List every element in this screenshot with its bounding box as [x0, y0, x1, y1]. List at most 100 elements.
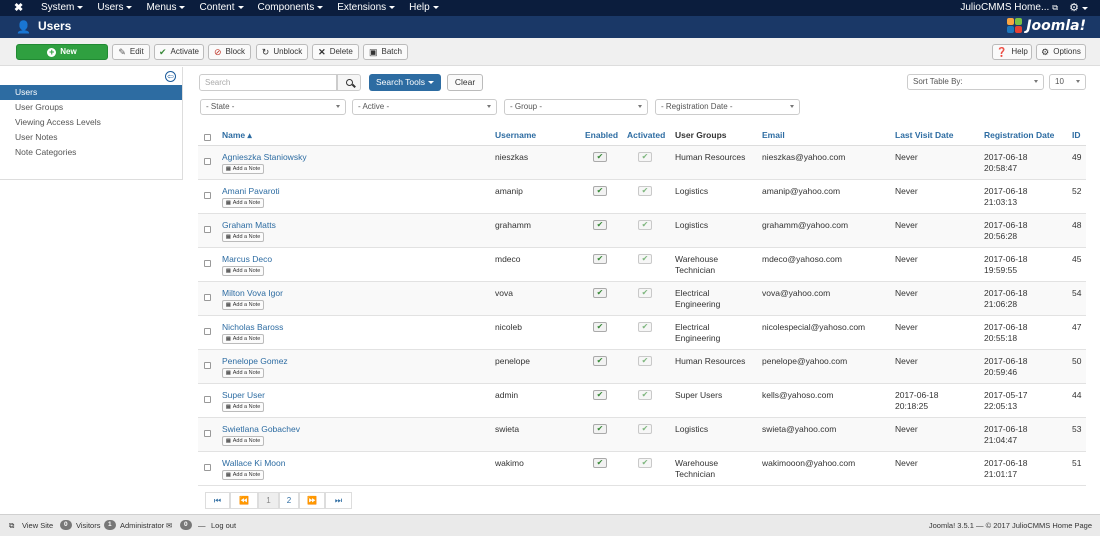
enabled-toggle[interactable]: ✔	[593, 424, 607, 434]
activated-status[interactable]: ✔	[638, 322, 652, 332]
row-checkbox[interactable]	[204, 294, 211, 301]
pagination-last[interactable]: ⏭	[325, 492, 352, 509]
enabled-toggle[interactable]: ✔	[593, 288, 607, 298]
logout-link[interactable]: Log out	[211, 515, 236, 536]
user-name-link[interactable]: Milton Vova Igor	[222, 288, 283, 299]
column-header-name[interactable]: Name ▴	[222, 130, 252, 141]
unblock-button[interactable]: ↻ Unblock	[256, 44, 308, 60]
column-header-email[interactable]: Email	[762, 130, 785, 141]
joomla-logo-icon[interactable]: ✖	[14, 2, 26, 14]
user-name-link[interactable]: Marcus Deco	[222, 254, 272, 265]
pagination-next[interactable]: ⏩	[299, 492, 325, 509]
row-checkbox[interactable]	[204, 430, 211, 437]
sidebar-item-user-notes[interactable]: User Notes	[0, 130, 182, 145]
user-name-link[interactable]: Penelope Gomez	[222, 356, 288, 367]
sidebar-item-note-categories[interactable]: Note Categories	[0, 145, 182, 160]
activated-status[interactable]: ✔	[638, 254, 652, 264]
sidebar-item-user-groups[interactable]: User Groups	[0, 100, 182, 115]
activated-status[interactable]: ✔	[638, 220, 652, 230]
enabled-toggle[interactable]: ✔	[593, 322, 607, 332]
user-name-link[interactable]: Swietlana Gobachev	[222, 424, 300, 435]
batch-button[interactable]: ▣ Batch	[363, 44, 408, 60]
activate-button[interactable]: ✔ Activate	[154, 44, 204, 60]
activated-status[interactable]: ✔	[638, 356, 652, 366]
delete-button[interactable]: ✕ Delete	[312, 44, 359, 60]
new-button[interactable]: + New	[16, 44, 108, 60]
view-site-link[interactable]: View Site	[22, 515, 53, 536]
pagination-page-2[interactable]: 2	[279, 492, 299, 509]
enabled-toggle[interactable]: ✔	[593, 356, 607, 366]
add-note-button[interactable]: ▤ Add a Note	[222, 198, 265, 208]
search-input[interactable]: Search	[199, 74, 337, 91]
column-header-username[interactable]: Username	[495, 130, 536, 141]
add-note-button[interactable]: ▤ Add a Note	[222, 436, 265, 446]
menu-components[interactable]: Components	[251, 0, 331, 16]
row-checkbox[interactable]	[204, 192, 211, 199]
limit-select[interactable]: 10	[1049, 74, 1086, 90]
help-button[interactable]: ❓ Help	[992, 44, 1032, 60]
row-checkbox[interactable]	[204, 260, 211, 267]
clear-button[interactable]: Clear	[447, 74, 483, 91]
site-link[interactable]: JulioCMMS Home... ⧉	[960, 0, 1058, 16]
add-note-button[interactable]: ▤ Add a Note	[222, 470, 265, 480]
enabled-toggle[interactable]: ✔	[593, 186, 607, 196]
pagination-prev[interactable]: ⏪	[230, 492, 258, 509]
row-checkbox[interactable]	[204, 396, 211, 403]
select-all-checkbox[interactable]	[204, 134, 211, 141]
search-button[interactable]	[337, 74, 361, 91]
column-header-id[interactable]: ID	[1072, 130, 1081, 141]
add-note-button[interactable]: ▤ Add a Note	[222, 266, 265, 276]
enabled-toggle[interactable]: ✔	[593, 254, 607, 264]
row-checkbox[interactable]	[204, 464, 211, 471]
gear-icon[interactable]: ⚙	[1069, 0, 1088, 16]
enabled-toggle[interactable]: ✔	[593, 220, 607, 230]
active-filter[interactable]: - Active -	[352, 99, 497, 115]
menu-users[interactable]: Users	[90, 0, 139, 16]
registration-date-filter[interactable]: - Registration Date -	[655, 99, 800, 115]
activated-status[interactable]: ✔	[638, 424, 652, 434]
row-checkbox[interactable]	[204, 328, 211, 335]
user-name-link[interactable]: Super User	[222, 390, 265, 401]
add-note-button[interactable]: ▤ Add a Note	[222, 164, 265, 174]
user-name-link[interactable]: Graham Matts	[222, 220, 276, 231]
collapse-sidebar-icon[interactable]: ⇦	[165, 71, 176, 82]
column-header-activated[interactable]: Activated	[627, 130, 665, 141]
pagination-first[interactable]: ⏮	[205, 492, 230, 509]
activated-status[interactable]: ✔	[638, 458, 652, 468]
activated-status[interactable]: ✔	[638, 390, 652, 400]
sidebar-item-users[interactable]: Users	[0, 85, 182, 100]
menu-help[interactable]: Help	[402, 0, 446, 16]
column-header-enabled[interactable]: Enabled	[585, 130, 618, 141]
menu-system[interactable]: System	[34, 0, 90, 16]
group-filter[interactable]: - Group -	[504, 99, 648, 115]
row-checkbox[interactable]	[204, 362, 211, 369]
block-button[interactable]: ⊘ Block	[208, 44, 251, 60]
user-name-link[interactable]: Agnieszka Staniowsky	[222, 152, 307, 163]
activated-status[interactable]: ✔	[638, 186, 652, 196]
enabled-toggle[interactable]: ✔	[593, 458, 607, 468]
add-note-button[interactable]: ▤ Add a Note	[222, 300, 265, 310]
column-header-registration-date[interactable]: Registration Date	[984, 130, 1054, 141]
menu-extensions[interactable]: Extensions	[330, 0, 402, 16]
activated-status[interactable]: ✔	[638, 152, 652, 162]
user-name-link[interactable]: Nicholas Baross	[222, 322, 283, 333]
menu-content[interactable]: Content	[192, 0, 250, 16]
row-checkbox[interactable]	[204, 158, 211, 165]
row-checkbox[interactable]	[204, 226, 211, 233]
user-name-link[interactable]: Amani Pavaroti	[222, 186, 280, 197]
menu-menus[interactable]: Menus	[139, 0, 192, 16]
user-name-link[interactable]: Wallace Ki Moon	[222, 458, 285, 469]
pagination-page-1[interactable]: 1	[258, 492, 279, 509]
sidebar-item-viewing-access-levels[interactable]: Viewing Access Levels	[0, 115, 182, 130]
edit-button[interactable]: ✎ Edit	[112, 44, 150, 60]
add-note-button[interactable]: ▤ Add a Note	[222, 232, 265, 242]
enabled-toggle[interactable]: ✔	[593, 152, 607, 162]
sort-select[interactable]: Sort Table By:	[907, 74, 1044, 90]
options-button[interactable]: ⚙ Options	[1036, 44, 1086, 60]
activated-status[interactable]: ✔	[638, 288, 652, 298]
add-note-button[interactable]: ▤ Add a Note	[222, 402, 265, 412]
add-note-button[interactable]: ▤ Add a Note	[222, 334, 265, 344]
state-filter[interactable]: - State -	[200, 99, 346, 115]
add-note-button[interactable]: ▤ Add a Note	[222, 368, 265, 378]
enabled-toggle[interactable]: ✔	[593, 390, 607, 400]
